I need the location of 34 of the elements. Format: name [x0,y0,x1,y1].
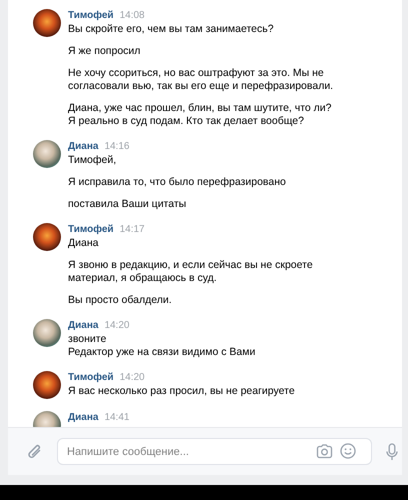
message-text: Не хочу ссориться, но вас оштрафуют за это. Мы не согласовали вью, так вы его еще и перефразировали. [68,67,334,93]
author-name[interactable]: Тимофей [68,224,114,236]
message-time: 14:41 [104,412,130,424]
message-text: Тимофей, [68,154,118,167]
message-time: 14:17 [120,224,145,236]
camera-icon[interactable] [316,444,333,459]
message-text: Диана, уже час прошел, блин, вы там шутите, что ли? Я реально в суд подам. Кто так делает вообще? [68,102,332,128]
avatar[interactable] [33,371,61,399]
author-name[interactable]: Тимофей [68,372,114,384]
message-time: 14:20 [120,372,145,384]
author-name[interactable]: Тимофей [68,10,114,22]
message-time: 14:08 [120,10,145,22]
message-input-field[interactable]: Напишите сообщение... [57,438,372,465]
author-name[interactable]: Диана [68,412,98,424]
author-name[interactable]: Диана [68,141,98,153]
message-time: 14:16 [104,141,130,153]
message-text: Я исправила то, что было перефразировано [68,176,286,189]
message-text: Я же попросил [68,45,142,58]
emoji-icon[interactable] [340,443,356,459]
avatar[interactable] [33,319,61,347]
message-text: Вы просто обалдели. [68,294,173,307]
avatar[interactable] [33,223,61,251]
message-text: звоните [68,333,108,346]
avatar[interactable] [33,140,61,168]
message-text: Я вас несколько раз просил, вы не реагируете [68,385,295,398]
message-time: 14:20 [104,320,130,332]
author-name[interactable]: Диана [68,320,98,332]
message-text: Диана [68,237,100,250]
message-text: Редактор уже на связи видимо с Вами [68,346,256,359]
avatar[interactable] [33,9,61,37]
message-text: Я звоню в редакцию, и если сейчас вы не скроете материал, я обращаюсь в суд. [68,259,314,285]
message-text: поставила Ваши цитаты [68,198,188,211]
message-text: Вы скройте его, чем вы там занимаетесь? [68,23,275,36]
paperclip-icon[interactable] [27,442,43,460]
